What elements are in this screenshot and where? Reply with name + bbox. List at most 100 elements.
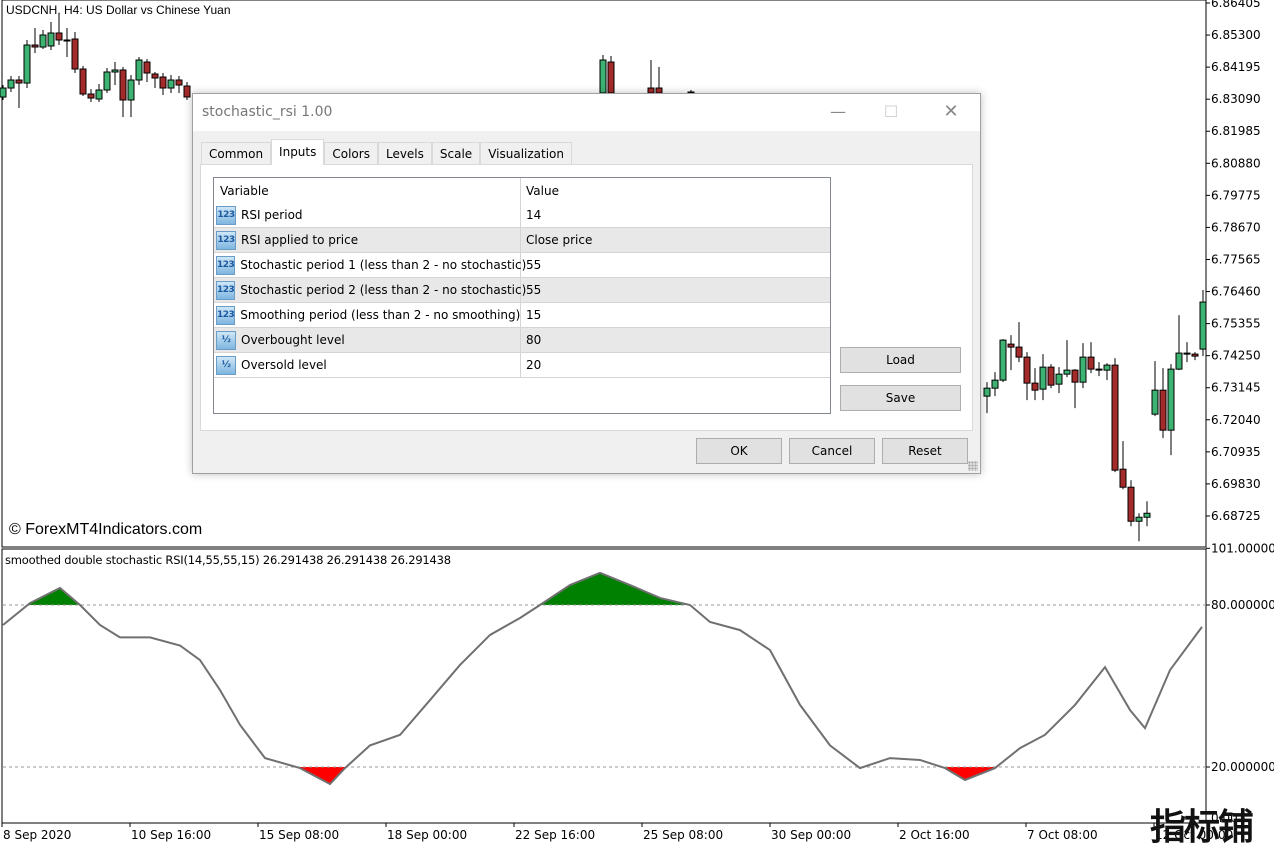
tab-colors[interactable]: Colors	[324, 142, 378, 165]
time-tick-label: 30 Sep 00:00	[771, 828, 851, 842]
variable-cell: 123 Smoothing period (less than 2 - no sm…	[214, 303, 521, 327]
variable-name: RSI applied to price	[241, 233, 359, 247]
variable-cell: 123 RSI period	[214, 203, 521, 227]
table-row[interactable]: ½ Overbought level 80	[214, 328, 830, 353]
reset-button[interactable]: Reset	[882, 438, 968, 464]
minimize-icon[interactable]: —	[826, 100, 850, 124]
value-cell[interactable]: 55	[521, 278, 830, 302]
value-cell[interactable]: 20	[521, 353, 830, 377]
price-tick-label: 6.84195	[1211, 60, 1261, 74]
variable-cell: ½ Overbought level	[214, 328, 521, 352]
candle	[1127, 480, 1135, 527]
price-axis: 6.86405 6.85300 6.84195 6.83090 6.81985 6.808…	[1206, 0, 1261, 523]
load-button[interactable]: Load	[840, 347, 961, 373]
time-tick-label: 15 Sep 08:00	[259, 828, 339, 842]
value-cell[interactable]: 14	[521, 203, 830, 227]
candle	[1071, 369, 1079, 409]
time-tick-label: 7 Oct 08:00	[1027, 828, 1098, 842]
table-header: Variable Value	[214, 178, 830, 203]
value-cell[interactable]: 80	[521, 328, 830, 352]
table-row[interactable]: 123 RSI applied to price Close price	[214, 228, 830, 253]
time-axis: 8 Sep 2020 10 Sep 16:00 15 Sep 08:00 18 Sep…	[1, 823, 1233, 842]
candle	[999, 339, 1007, 383]
value-cell[interactable]: 55	[521, 253, 830, 277]
candle	[7, 76, 15, 93]
cancel-button[interactable]: Cancel	[789, 438, 875, 464]
int-icon: 123	[216, 205, 236, 225]
candle	[1063, 340, 1071, 378]
candle	[1167, 364, 1175, 456]
header-value[interactable]: Value	[521, 178, 830, 203]
candle	[1039, 354, 1047, 401]
candle	[119, 67, 127, 118]
table-row[interactable]: 123 Stochastic period 1 (less than 2 - no…	[214, 253, 830, 278]
indicator-label: smoothed double stochastic RSI(14,55,55,…	[5, 553, 451, 567]
tab-inputs[interactable]: Inputs	[271, 139, 325, 165]
table-row[interactable]: ½ Oversold level 20	[214, 353, 830, 378]
table-row[interactable]: 123 Smoothing period (less than 2 - no sm…	[214, 303, 830, 328]
candle	[55, 13, 63, 46]
candle	[1159, 368, 1167, 439]
value-cell[interactable]: Close price	[521, 228, 830, 252]
indicator-pane: 101.00000080.00000020.0000000.00	[2, 541, 1274, 825]
candle	[159, 73, 167, 96]
candle	[47, 22, 55, 51]
candle	[1079, 343, 1087, 389]
time-tick-label: 10 Sep 16:00	[131, 828, 211, 842]
table-row[interactable]: 123 Stochastic period 2 (less than 2 - no…	[214, 278, 830, 303]
int-icon: 123	[216, 255, 236, 275]
symbol-label: USDCNH, H4: US Dollar vs Chinese Yuan	[6, 3, 231, 17]
candle	[1023, 352, 1031, 401]
candle	[71, 32, 79, 74]
header-variable[interactable]: Variable	[214, 178, 521, 203]
price-tick-label: 6.77565	[1211, 252, 1261, 266]
dialog-titlebar[interactable]: stochastic_rsi 1.00 — ☐ ✕	[193, 94, 980, 131]
candle	[87, 89, 95, 103]
candle	[991, 372, 999, 397]
price-tick-label: 6.69830	[1211, 477, 1261, 491]
candle	[15, 76, 23, 109]
price-tick-label: 6.86405	[1211, 0, 1261, 10]
variable-cell: 123 RSI applied to price	[214, 228, 521, 252]
candle	[1151, 361, 1159, 417]
candle	[23, 39, 31, 89]
candle	[151, 71, 159, 89]
tab-scale[interactable]: Scale	[431, 142, 481, 165]
maximize-icon[interactable]: ☐	[879, 100, 903, 124]
time-tick-label: 2 Oct 16:00	[899, 828, 970, 842]
price-tick-label: 6.73145	[1211, 381, 1261, 395]
time-tick-label: 8 Sep 2020	[3, 828, 71, 842]
int-icon: 123	[216, 305, 236, 325]
candle	[0, 85, 7, 100]
candle	[39, 30, 47, 50]
variable-name: Stochastic period 1 (less than 2 - no st…	[240, 258, 527, 272]
save-button[interactable]: Save	[840, 385, 961, 411]
resize-grip-icon[interactable]	[968, 461, 978, 471]
candle	[183, 82, 191, 100]
variable-name: Smoothing period (less than 2 - no smoot…	[240, 308, 521, 322]
price-tick-label: 6.83090	[1211, 92, 1261, 106]
candle	[1135, 513, 1143, 542]
candle	[1015, 322, 1023, 363]
overbought-fill	[3, 572, 1202, 605]
time-tick-label: 22 Sep 16:00	[515, 828, 595, 842]
double-icon: ½	[216, 355, 236, 375]
candle	[175, 76, 183, 94]
close-icon[interactable]: ✕	[939, 100, 963, 124]
variable-name: Oversold level	[241, 358, 327, 372]
tab-common[interactable]: Common	[201, 142, 272, 165]
candle	[31, 28, 39, 53]
table-row[interactable]: 123 RSI period 14	[214, 203, 830, 228]
candle	[1007, 335, 1015, 371]
tab-levels[interactable]: Levels	[377, 142, 432, 165]
value-cell[interactable]: 15	[521, 303, 830, 327]
candle	[1031, 368, 1039, 401]
indicator-properties-dialog: stochastic_rsi 1.00 — ☐ ✕ Common Inputs Co…	[192, 93, 981, 474]
ok-button[interactable]: OK	[696, 438, 782, 464]
price-tick-label: 6.70935	[1211, 445, 1261, 459]
dialog-tabs: Common Inputs Colors Levels Scale Visualizati…	[201, 139, 572, 165]
candle	[127, 75, 135, 118]
candle	[1183, 342, 1191, 363]
tab-visualization[interactable]: Visualization	[480, 142, 572, 165]
inputs-panel: Variable Value 123 RSI period 14 123 RSI app…	[200, 164, 973, 431]
